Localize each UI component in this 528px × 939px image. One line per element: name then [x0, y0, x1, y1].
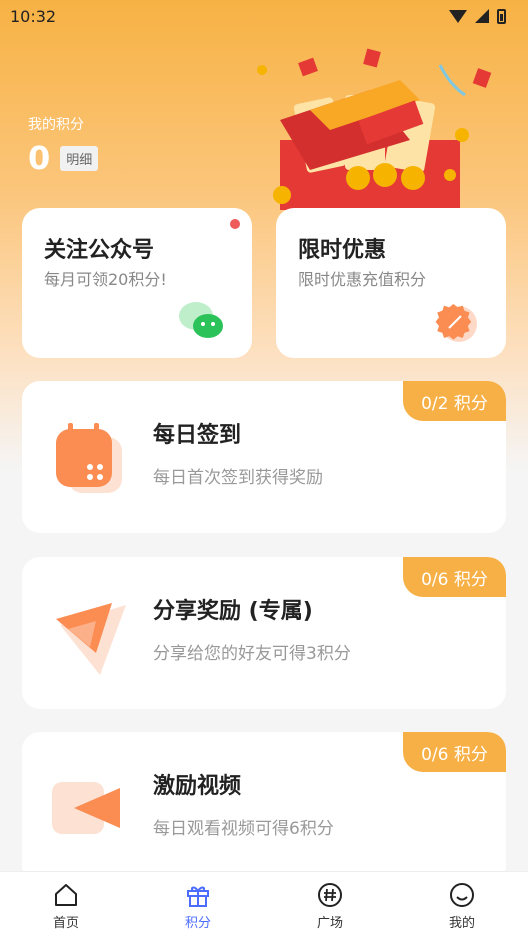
- gift-box-illustration: [257, 48, 492, 210]
- status-time: 10:32: [10, 6, 57, 26]
- tab-plaza[interactable]: 广场: [285, 881, 375, 931]
- hashtag-icon: [318, 882, 342, 907]
- notification-dot: [230, 219, 240, 229]
- paper-plane-icon: [56, 603, 126, 675]
- points-value: 0: [28, 139, 51, 177]
- tab-label: 积分: [184, 915, 211, 931]
- discount-badge-icon: [435, 303, 477, 342]
- tab-label: 广场: [316, 915, 343, 931]
- card-subtitle: 限时优惠充值积分: [298, 270, 427, 289]
- share-reward-card[interactable]: 0/6 积分 分享奖励 (专属) 分享给您的好友可得3积分: [22, 557, 506, 709]
- points-label: 我的积分: [28, 117, 84, 133]
- points-summary: 我的积分 0 明细: [28, 114, 99, 177]
- tab-mine[interactable]: 我的: [417, 881, 507, 931]
- card-title: 关注公众号: [44, 238, 155, 263]
- smiley-icon: [450, 882, 474, 907]
- wechat-icon: [179, 302, 223, 338]
- points-progress-badge: 0/6 积分: [403, 732, 506, 772]
- task-subtitle: 每日观看视频可得6积分: [153, 819, 334, 839]
- tab-points[interactable]: 积分: [153, 881, 243, 931]
- limited-offer-card[interactable]: 限时优惠 限时优惠充值积分: [276, 208, 506, 358]
- points-progress-badge: 0/6 积分: [403, 557, 506, 597]
- task-title: 分享奖励 (专属): [153, 599, 313, 624]
- follow-official-account-card[interactable]: 关注公众号 每月可领20积分!: [22, 208, 252, 358]
- home-icon: [55, 883, 77, 906]
- task-title: 激励视频: [153, 774, 242, 799]
- calendar-icon: [56, 423, 122, 493]
- tab-label: 首页: [52, 915, 79, 931]
- points-progress-badge: 0/2 积分: [403, 381, 506, 421]
- reward-video-card[interactable]: 0/6 积分 激励视频 每日观看视频可得6积分: [22, 732, 506, 884]
- video-play-icon: [52, 782, 120, 834]
- card-title: 限时优惠: [298, 238, 387, 263]
- task-subtitle: 分享给您的好友可得3积分: [153, 644, 351, 664]
- card-subtitle: 每月可领20积分!: [44, 270, 167, 289]
- bottom-tab-bar: 首页 积分 广场 我的: [0, 871, 528, 939]
- task-title: 每日签到: [153, 423, 242, 448]
- tab-home[interactable]: 首页: [21, 881, 111, 931]
- gift-icon: [187, 886, 209, 907]
- points-detail-button[interactable]: 明细: [60, 145, 99, 171]
- daily-checkin-card[interactable]: 0/2 积分 每日签到 每日首次签到获得奖励: [22, 381, 506, 533]
- tab-label: 我的: [448, 915, 475, 931]
- task-subtitle: 每日首次签到获得奖励: [153, 468, 323, 488]
